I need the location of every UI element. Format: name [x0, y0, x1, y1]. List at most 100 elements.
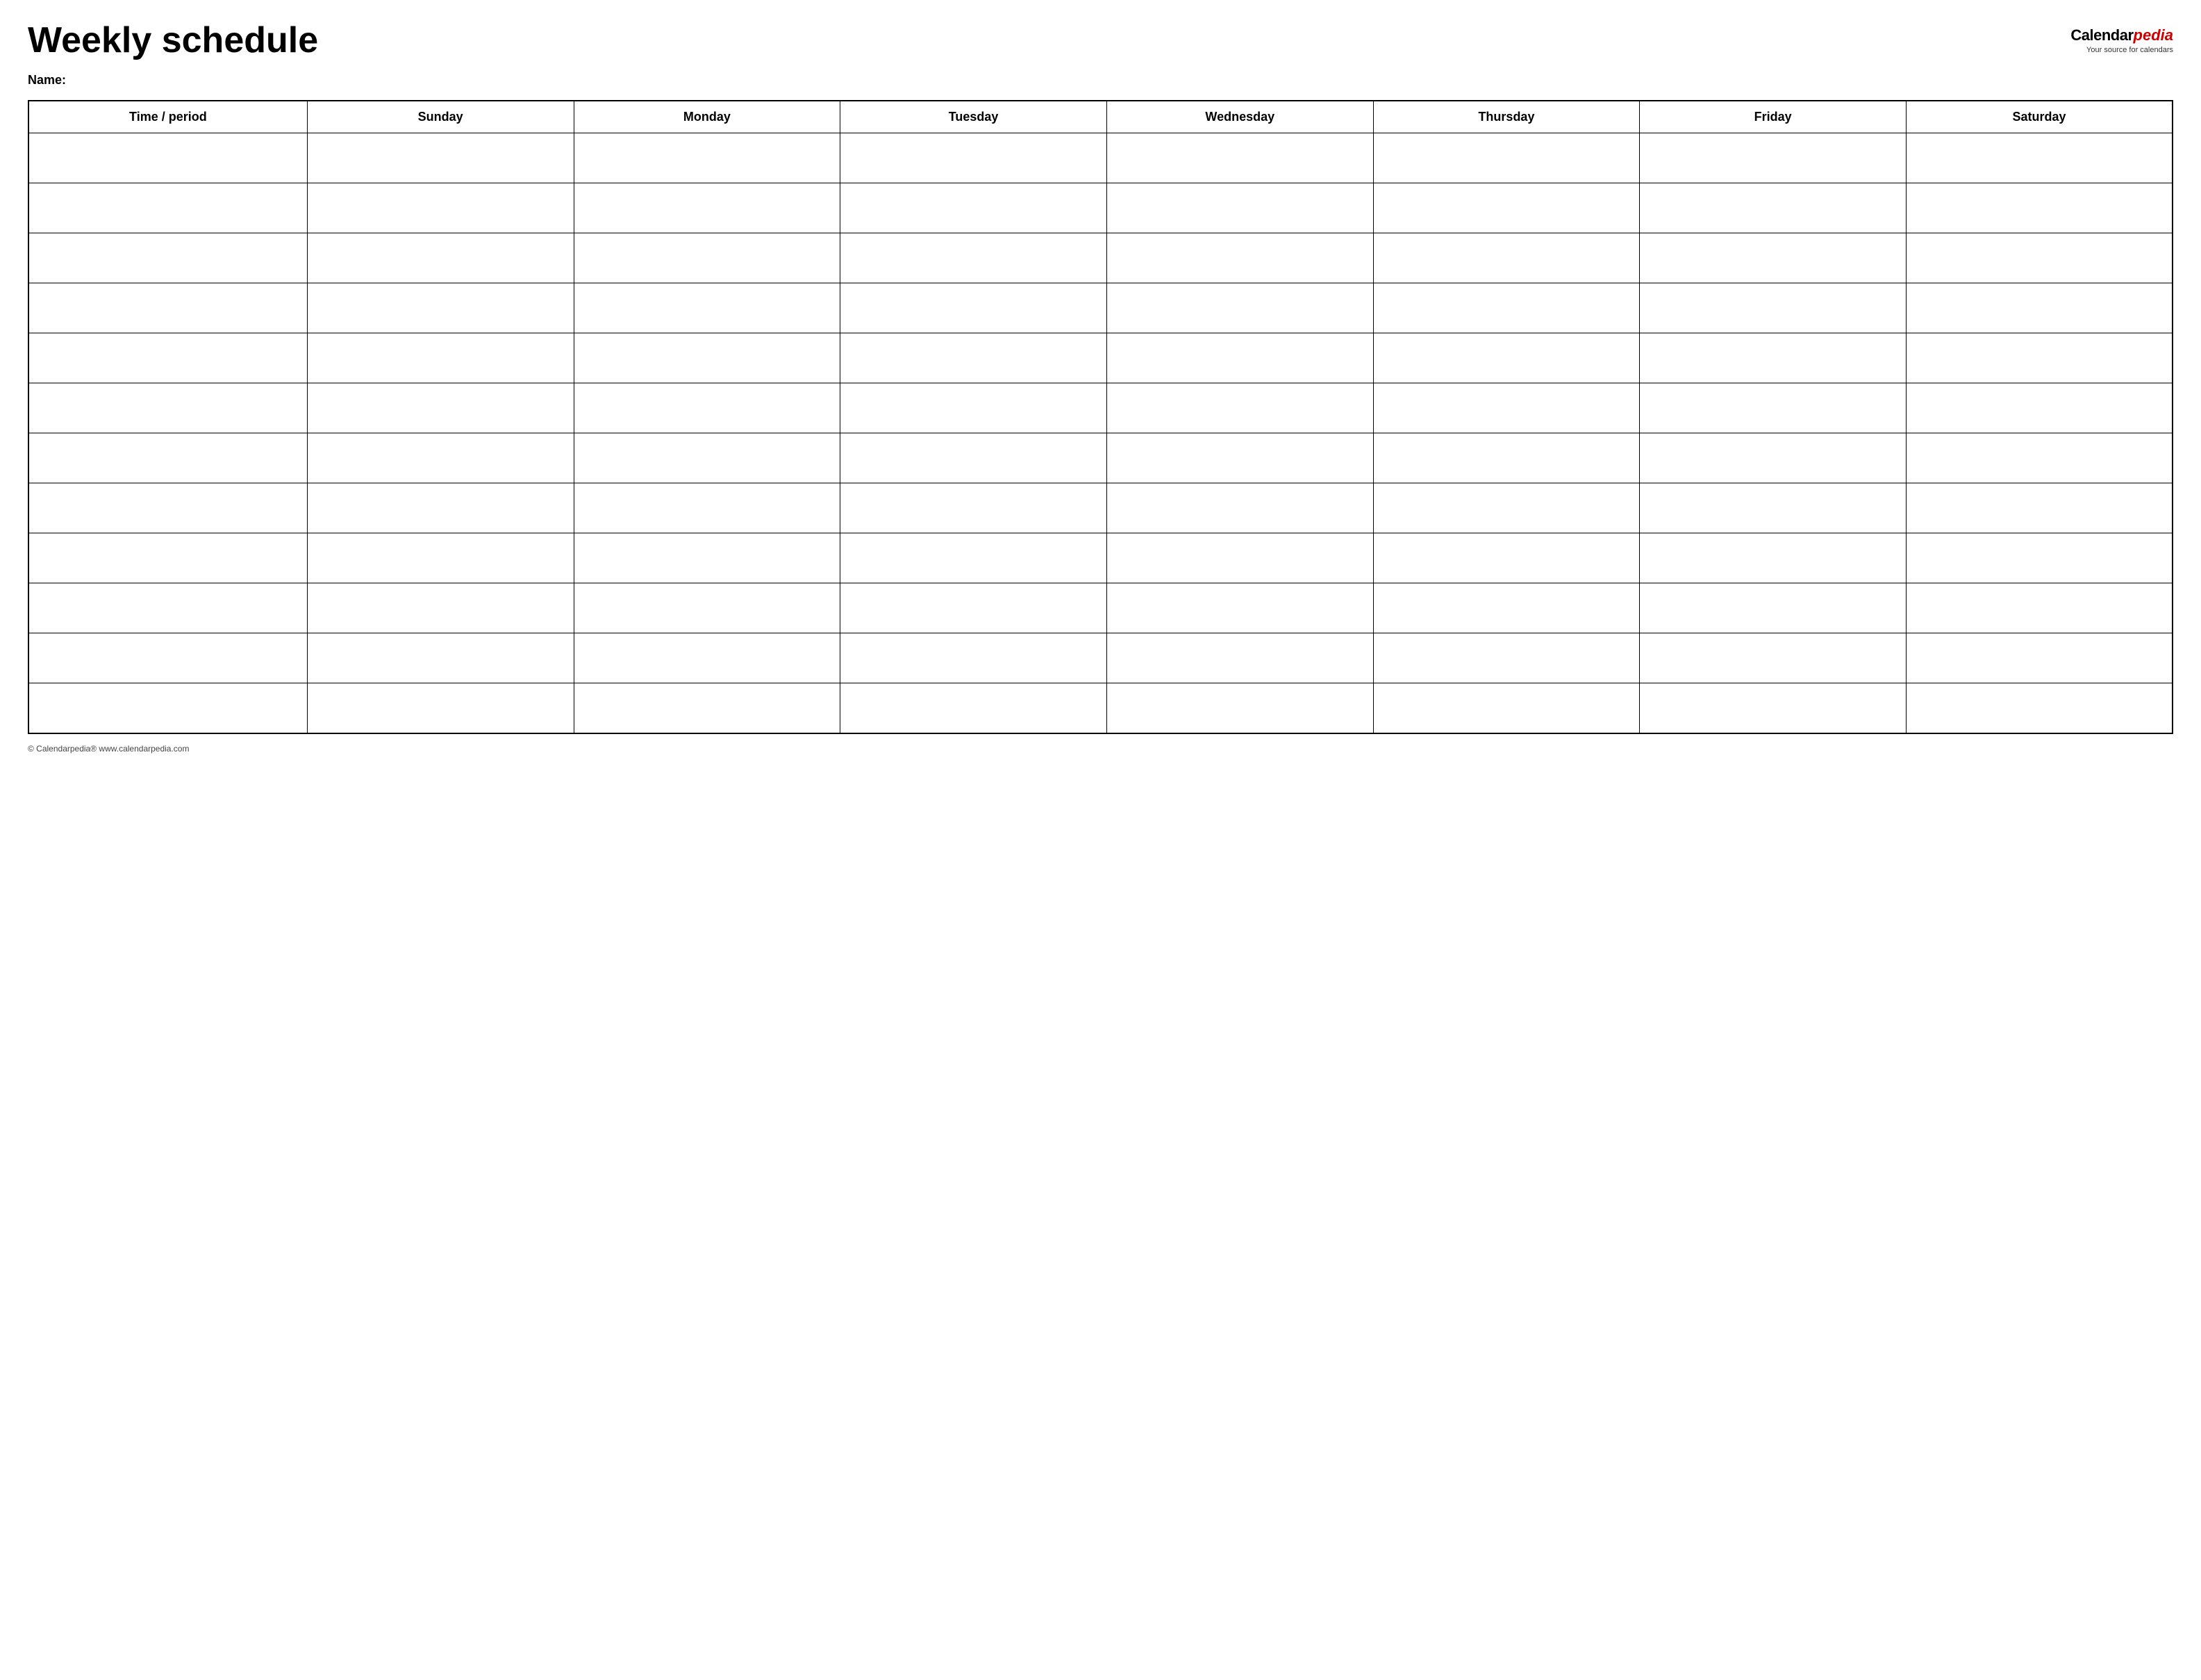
brand-name: Calendarpedia [2070, 26, 2173, 44]
table-cell [1907, 633, 2173, 683]
table-cell [574, 183, 840, 233]
table-cell [840, 683, 1107, 733]
table-cell [1640, 233, 1907, 283]
page-title: Weekly schedule [28, 21, 318, 60]
table-cell [1640, 183, 1907, 233]
table-cell [1907, 533, 2173, 583]
table-cell [28, 183, 307, 233]
footer: © Calendarpedia® www.calendarpedia.com [28, 744, 2173, 754]
table-row [28, 533, 2173, 583]
table-cell [307, 183, 574, 233]
table-header-row: Time / period Sunday Monday Tuesday Wedn… [28, 101, 2173, 133]
table-cell [307, 133, 574, 183]
header-saturday: Saturday [1907, 101, 2173, 133]
table-cell [1640, 633, 1907, 683]
table-cell [840, 433, 1107, 483]
table-cell [28, 283, 307, 333]
table-cell [1373, 633, 1640, 683]
table-cell [840, 583, 1107, 633]
table-cell [1907, 283, 2173, 333]
table-cell [28, 483, 307, 533]
table-cell [1373, 683, 1640, 733]
table-cell [1907, 483, 2173, 533]
table-cell [307, 233, 574, 283]
table-cell [1106, 583, 1373, 633]
table-cell [1106, 133, 1373, 183]
table-cell [307, 433, 574, 483]
brand-calendar: Calendar [2070, 26, 2133, 44]
table-cell [1640, 433, 1907, 483]
table-cell [574, 533, 840, 583]
table-cell [1907, 683, 2173, 733]
table-cell [28, 433, 307, 483]
table-cell [840, 283, 1107, 333]
footer-text: © Calendarpedia® www.calendarpedia.com [28, 744, 189, 754]
table-cell [574, 133, 840, 183]
table-cell [1373, 433, 1640, 483]
table-cell [1106, 633, 1373, 683]
table-cell [307, 583, 574, 633]
header-tuesday: Tuesday [840, 101, 1107, 133]
page-header: Weekly schedule Calendarpedia Your sourc… [28, 21, 2173, 60]
table-cell [1907, 383, 2173, 433]
table-cell [1640, 683, 1907, 733]
table-cell [1106, 183, 1373, 233]
table-cell [1373, 583, 1640, 633]
table-cell [840, 533, 1107, 583]
table-row [28, 383, 2173, 433]
table-row [28, 433, 2173, 483]
table-cell [1373, 383, 1640, 433]
table-cell [1640, 133, 1907, 183]
table-cell [574, 483, 840, 533]
table-cell [28, 233, 307, 283]
table-cell [1373, 283, 1640, 333]
table-cell [307, 533, 574, 583]
header-time: Time / period [28, 101, 307, 133]
name-label: Name: [28, 73, 2173, 88]
header-friday: Friday [1640, 101, 1907, 133]
table-cell [1373, 333, 1640, 383]
header-monday: Monday [574, 101, 840, 133]
table-cell [840, 233, 1107, 283]
header-thursday: Thursday [1373, 101, 1640, 133]
table-cell [1106, 533, 1373, 583]
table-cell [574, 683, 840, 733]
table-cell [1640, 483, 1907, 533]
table-cell [1907, 583, 2173, 633]
table-cell [28, 133, 307, 183]
table-cell [574, 583, 840, 633]
table-cell [28, 333, 307, 383]
table-cell [1106, 383, 1373, 433]
table-cell [1907, 183, 2173, 233]
table-row [28, 333, 2173, 383]
header-sunday: Sunday [307, 101, 574, 133]
table-cell [307, 383, 574, 433]
header-wednesday: Wednesday [1106, 101, 1373, 133]
table-cell [1106, 483, 1373, 533]
table-cell [574, 433, 840, 483]
table-cell [1907, 333, 2173, 383]
table-cell [1640, 283, 1907, 333]
table-row [28, 233, 2173, 283]
table-row [28, 633, 2173, 683]
table-cell [840, 333, 1107, 383]
table-cell [1373, 183, 1640, 233]
table-cell [840, 133, 1107, 183]
table-cell [28, 583, 307, 633]
table-cell [307, 483, 574, 533]
table-row [28, 683, 2173, 733]
table-cell [1640, 533, 1907, 583]
table-cell [1373, 533, 1640, 583]
table-cell [1640, 333, 1907, 383]
table-cell [28, 683, 307, 733]
table-cell [1106, 433, 1373, 483]
schedule-body [28, 133, 2173, 733]
table-cell [1106, 283, 1373, 333]
table-cell [840, 483, 1107, 533]
table-cell [1373, 133, 1640, 183]
table-cell [574, 233, 840, 283]
table-cell [1640, 383, 1907, 433]
brand-logo: Calendarpedia Your source for calendars [2070, 21, 2173, 54]
table-cell [1106, 683, 1373, 733]
table-row [28, 133, 2173, 183]
